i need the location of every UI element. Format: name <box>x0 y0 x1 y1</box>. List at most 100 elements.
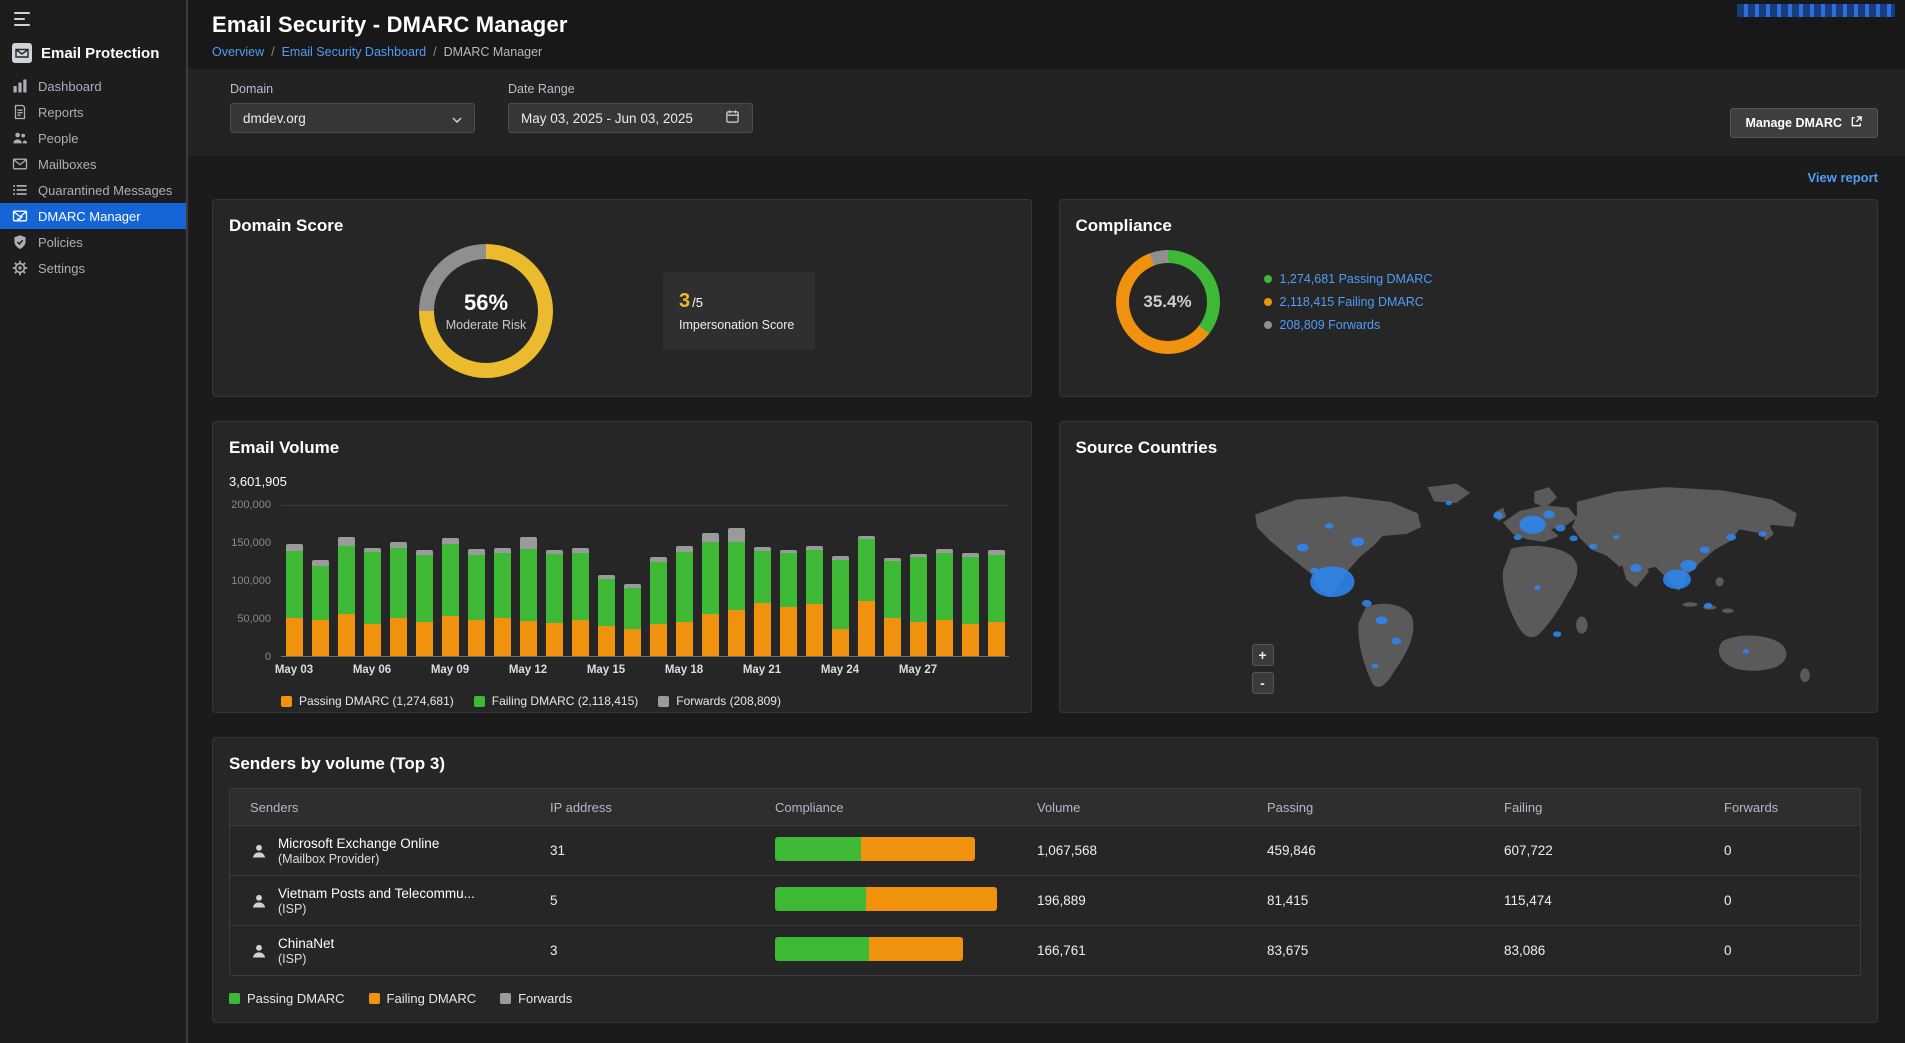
volume-bar[interactable] <box>619 584 645 656</box>
country-volume-bubble[interactable] <box>1758 531 1766 537</box>
breadcrumb-link[interactable]: Overview <box>212 45 264 59</box>
volume-bar[interactable] <box>801 546 827 656</box>
volume-bar[interactable] <box>983 550 1009 656</box>
volume-bar[interactable] <box>671 546 697 656</box>
email-volume-legend-item[interactable]: Forwards (208,809) <box>658 694 781 708</box>
country-volume-bubble[interactable] <box>1391 638 1401 645</box>
sidebar-item-dashboard[interactable]: Dashboard <box>0 73 186 99</box>
sidebar-item-dmarc-manager[interactable]: DMARC Manager <box>0 203 186 229</box>
country-volume-bubble[interactable] <box>1519 516 1545 534</box>
x-axis-label: May 09 <box>437 664 463 676</box>
volume-bar[interactable] <box>697 533 723 656</box>
country-volume-bubble[interactable] <box>1630 564 1641 572</box>
sender-volume: 166,761 <box>1017 943 1247 958</box>
country-volume-bubble[interactable] <box>1704 603 1712 609</box>
country-volume-bubble[interactable] <box>1543 510 1554 518</box>
country-volume-bubble[interactable] <box>1663 570 1691 589</box>
volume-bar[interactable] <box>879 558 905 656</box>
country-volume-bubble[interactable] <box>1310 567 1318 573</box>
country-volume-bubble[interactable] <box>1555 525 1565 532</box>
volume-bar[interactable] <box>723 528 749 656</box>
country-volume-bubble[interactable] <box>1351 537 1364 546</box>
compliance-legend-item[interactable]: 2,118,415 Failing DMARC <box>1264 295 1433 309</box>
date-range-input[interactable]: May 03, 2025 - Jun 03, 2025 <box>508 103 753 133</box>
email-volume-legend-item[interactable]: Failing DMARC (2,118,415) <box>474 694 639 708</box>
country-volume-bubble[interactable] <box>1612 535 1619 540</box>
sidebar-item-label: Settings <box>38 261 85 276</box>
volume-bar[interactable] <box>853 536 879 656</box>
volume-bar[interactable] <box>385 542 411 656</box>
menu-toggle-button[interactable] <box>0 0 40 31</box>
country-volume-bubble[interactable] <box>1742 649 1749 654</box>
table-row[interactable]: Microsoft Exchange Online(Mailbox Provid… <box>230 825 1860 875</box>
sidebar-item-quarantined-messages[interactable]: Quarantined Messages <box>0 177 186 203</box>
sender-name: Microsoft Exchange Online <box>278 836 439 851</box>
table-row[interactable]: Vietnam Posts and Telecommu...(ISP)5196,… <box>230 875 1860 925</box>
impersonation-score-label: Impersonation Score <box>679 318 799 332</box>
volume-bar[interactable] <box>645 557 671 656</box>
volume-bar[interactable] <box>905 554 931 656</box>
report-icon <box>12 104 28 120</box>
country-volume-bubble[interactable] <box>1375 616 1386 624</box>
country-volume-bubble[interactable] <box>1445 501 1452 506</box>
sender-compliance-cell <box>755 937 1017 964</box>
brand-label: Email Protection <box>41 45 159 62</box>
volume-bar[interactable] <box>489 548 515 656</box>
volume-bar[interactable] <box>541 550 567 656</box>
compliance-legend-item[interactable]: 208,809 Forwards <box>1264 318 1433 332</box>
country-volume-bubble[interactable] <box>1553 631 1561 637</box>
volume-bar[interactable] <box>749 547 775 656</box>
map-zoom-out-button[interactable]: - <box>1252 672 1274 694</box>
country-volume-bubble[interactable] <box>1699 546 1709 553</box>
volume-bar[interactable] <box>359 548 385 656</box>
breadcrumb-link[interactable]: Email Security Dashboard <box>282 45 427 59</box>
x-axis-label: May 18 <box>671 664 697 676</box>
domain-filter: Domain dmdev.org <box>230 82 475 133</box>
volume-bar[interactable] <box>333 537 359 656</box>
manage-dmarc-button[interactable]: Manage DMARC <box>1730 108 1878 138</box>
volume-bar[interactable] <box>437 538 463 656</box>
country-volume-bubble[interactable] <box>1297 544 1308 552</box>
country-volume-bubble[interactable] <box>1513 534 1521 540</box>
volume-bar[interactable] <box>593 575 619 656</box>
map-zoom-in-button[interactable]: + <box>1252 644 1274 666</box>
country-volume-bubble[interactable] <box>1493 512 1503 519</box>
legend-dot <box>1264 321 1272 329</box>
volume-bar[interactable] <box>931 549 957 656</box>
volume-bar[interactable] <box>411 550 437 656</box>
world-map[interactable]: + - <box>1076 462 1862 702</box>
sidebar-item-people[interactable]: People <box>0 125 186 151</box>
compliance-bar-failing <box>861 837 975 861</box>
country-volume-bubble[interactable] <box>1569 536 1577 542</box>
column-header: Passing <box>1247 800 1484 815</box>
volume-bar[interactable] <box>567 548 593 656</box>
view-report-link[interactable]: View report <box>1807 170 1878 185</box>
country-volume-bubble[interactable] <box>1726 534 1736 541</box>
sender-ip: 3 <box>530 943 755 958</box>
country-volume-bubble[interactable] <box>1589 544 1597 550</box>
compliance-legend-item[interactable]: 1,274,681 Passing DMARC <box>1264 272 1433 286</box>
volume-bar[interactable] <box>281 544 307 656</box>
sidebar-item-policies[interactable]: Policies <box>0 229 186 255</box>
table-row[interactable]: ChinaNet(ISP)3166,76183,67583,0860 <box>230 925 1860 975</box>
sidebar-item-reports[interactable]: Reports <box>0 99 186 125</box>
country-volume-bubble[interactable] <box>1361 600 1371 607</box>
volume-bar[interactable] <box>827 556 853 656</box>
sender-type: (ISP) <box>278 952 334 966</box>
domain-select[interactable]: dmdev.org <box>230 103 475 133</box>
volume-bar[interactable] <box>957 553 983 656</box>
sidebar-item-settings[interactable]: Settings <box>0 255 186 281</box>
country-volume-bubble[interactable] <box>1680 560 1696 571</box>
volume-bar[interactable] <box>515 537 541 656</box>
email-protection-logo-icon <box>12 43 32 63</box>
senders-table: SendersIP addressComplianceVolumePassing… <box>229 788 1861 976</box>
country-volume-bubble[interactable] <box>1324 523 1332 529</box>
domain-label: Domain <box>230 82 475 96</box>
volume-bar[interactable] <box>307 560 333 656</box>
country-volume-bubble[interactable] <box>1534 585 1541 590</box>
volume-bar[interactable] <box>775 550 801 656</box>
volume-bar[interactable] <box>463 549 489 656</box>
country-volume-bubble[interactable] <box>1371 664 1378 669</box>
email-volume-legend-item[interactable]: Passing DMARC (1,274,681) <box>281 694 454 708</box>
sidebar-item-mailboxes[interactable]: Mailboxes <box>0 151 186 177</box>
